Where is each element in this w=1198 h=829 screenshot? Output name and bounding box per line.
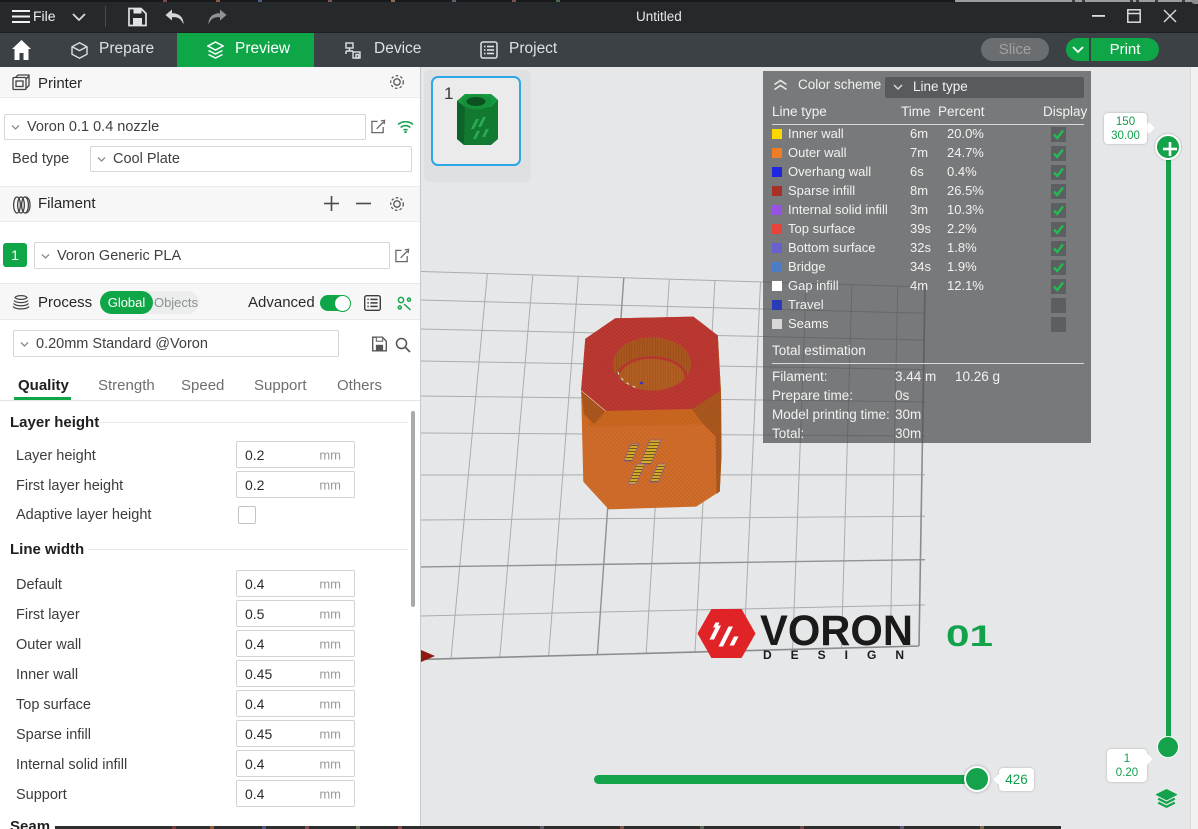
svg-text:DESIGN: DESIGN xyxy=(763,648,923,662)
svg-text:01: 01 xyxy=(946,620,993,653)
